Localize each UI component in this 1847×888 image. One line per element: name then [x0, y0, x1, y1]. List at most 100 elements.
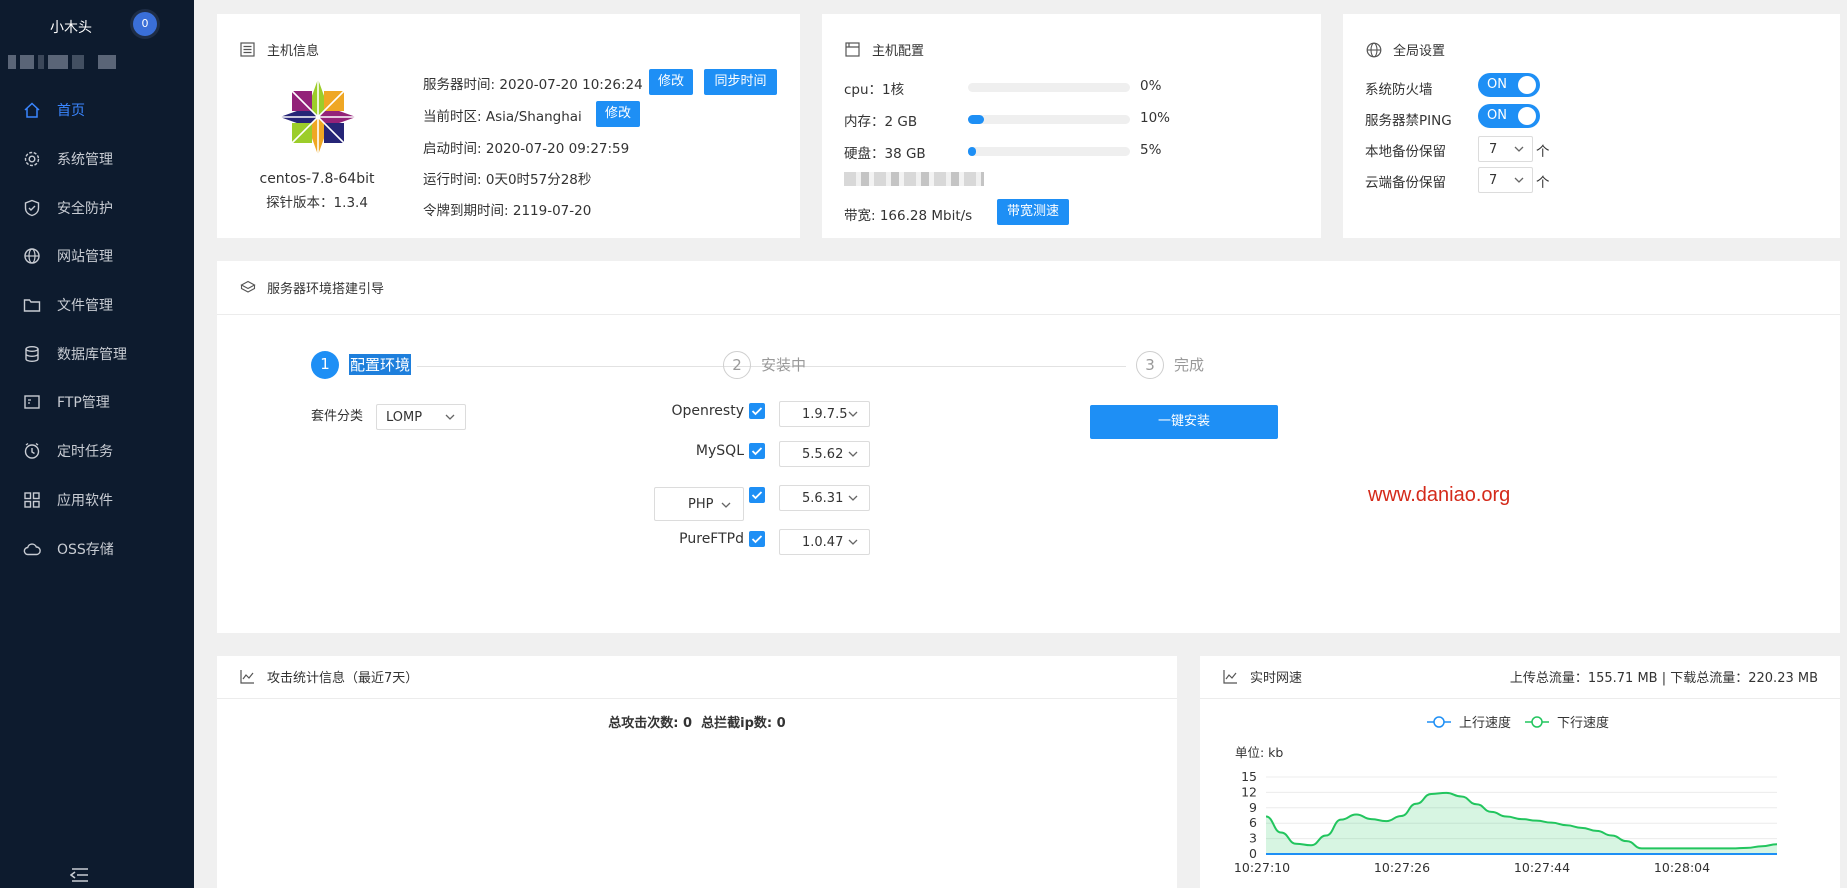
- ping-toggle[interactable]: ON: [1478, 104, 1540, 128]
- collapse-menu-icon[interactable]: [70, 868, 90, 882]
- resource-label: 硬盘：38 GB: [844, 146, 926, 162]
- cloud-backup-unit: 个: [1536, 175, 1550, 191]
- host-info-title: 主机信息: [267, 44, 320, 59]
- package-version-select[interactable]: 5.5.62: [779, 441, 870, 467]
- package-checkbox[interactable]: [749, 531, 765, 547]
- globe-icon: [22, 246, 42, 266]
- global-settings-card: 全局设置 系统防火墙 ON 服务器禁PING ON 本地备份保留 7 个 云端备…: [1343, 14, 1840, 238]
- sidebar-item-3[interactable]: 网站管理: [0, 232, 194, 281]
- sidebar-item-4[interactable]: 文件管理: [0, 281, 194, 330]
- legend-marker: [1433, 716, 1445, 728]
- step-1-circle: 1: [311, 351, 339, 379]
- chevron-down-icon: [848, 539, 858, 545]
- package-checkbox[interactable]: [749, 443, 765, 459]
- legend-label: 上行速度: [1459, 715, 1511, 731]
- resource-percent: 0%: [1140, 78, 1162, 94]
- step-2-circle: 2: [723, 351, 751, 379]
- step-3-label: 完成: [1174, 356, 1205, 374]
- chart-icon: [239, 668, 256, 685]
- setup-guide-title: 服务器环境搭建引导: [267, 282, 385, 297]
- host-config-card: 主机配置 cpu：1核 0% 内存：2 GB 10% 硬盘：38 GB 5% 带宽: 16…: [822, 14, 1321, 238]
- sidebar-item-label: FTP管理: [57, 395, 110, 412]
- folder-icon: [22, 295, 42, 315]
- local-backup-select[interactable]: 7: [1478, 136, 1533, 162]
- cloud-icon: [22, 539, 42, 559]
- list-icon: [239, 41, 256, 58]
- check-icon: [751, 407, 763, 416]
- notification-badge[interactable]: 0: [133, 12, 157, 36]
- sidebar-item-7[interactable]: 定时任务: [0, 427, 194, 476]
- user-info: 小木头 0: [0, 12, 194, 38]
- database-icon: [22, 344, 42, 364]
- x-tick-label: 10:27:26: [1374, 860, 1430, 875]
- resource-label: cpu：1核: [844, 82, 905, 98]
- cube-icon: [239, 279, 256, 296]
- y-tick-label: 3: [1249, 831, 1257, 846]
- sidebar-item-label: 首页: [57, 103, 85, 120]
- sidebar-item-9[interactable]: OSS存储: [0, 524, 194, 573]
- legend-label: 下行速度: [1557, 715, 1609, 731]
- sidebar-item-label: 应用软件: [57, 492, 113, 509]
- centos-logo-icon: [280, 79, 356, 155]
- username: 小木头: [50, 20, 92, 36]
- net-speed-chart: 上行速度 下行速度单位: kb 03691215 10:27:10 10:27:26 10…: [1234, 715, 1778, 875]
- sidebar-item-8[interactable]: 应用软件: [0, 476, 194, 525]
- host-config-title: 主机配置: [872, 44, 925, 59]
- sidebar-item-0[interactable]: 首页: [0, 86, 194, 135]
- package-checkbox[interactable]: [749, 487, 765, 503]
- step-1-label: 配置环境: [349, 354, 412, 375]
- package-name: Openresty: [671, 403, 744, 419]
- firewall-toggle[interactable]: ON: [1478, 73, 1540, 97]
- cloud-backup-select[interactable]: 7: [1478, 167, 1533, 193]
- package-version-select[interactable]: 5.6.31: [779, 485, 870, 511]
- x-tick-label: 10:27:44: [1514, 860, 1570, 875]
- setup-guide-card: 服务器环境搭建引导 1 配置环境 2 安装中 3 完成 套件分类 LOMP Op…: [217, 261, 1840, 633]
- sidebar-item-6[interactable]: FTP管理: [0, 378, 194, 427]
- sidebar-item-1[interactable]: 系统管理: [0, 135, 194, 184]
- check-icon: [751, 535, 763, 544]
- sidebar-item-label: 文件管理: [57, 298, 113, 315]
- attack-summary: 总攻击次数: 0 总拦截ip数: 0: [608, 716, 786, 731]
- sync-time-button[interactable]: 同步时间: [704, 69, 777, 95]
- y-axis-unit: 单位: kb: [1235, 745, 1283, 760]
- cloud-backup-label: 云端备份保留: [1365, 175, 1446, 191]
- boot-time-label: 启动时间:: [423, 141, 482, 157]
- ping-label: 服务器禁PING: [1365, 113, 1452, 129]
- resource-bar-fill: [968, 115, 985, 124]
- sidebar-item-label: 定时任务: [57, 444, 113, 461]
- resource-bar: [968, 115, 1130, 124]
- chevron-down-icon: [721, 502, 731, 508]
- package-name: PureFTPd: [679, 531, 744, 547]
- x-tick-label: 10:27:10: [1234, 860, 1290, 875]
- timezone-label: 当前时区:: [423, 109, 482, 125]
- php-type-select[interactable]: PHP: [654, 487, 744, 521]
- chevron-down-icon: [1514, 146, 1524, 152]
- package-version-select[interactable]: 1.9.7.5: [779, 401, 870, 427]
- gear-icon: [22, 149, 42, 169]
- uptime-label: 运行时间:: [423, 172, 482, 188]
- suite-select[interactable]: LOMP: [376, 404, 466, 430]
- chevron-down-icon: [848, 495, 858, 501]
- edit-timezone-button[interactable]: 修改: [596, 101, 640, 127]
- chevron-down-icon: [848, 411, 858, 417]
- sidebar-item-label: 系统管理: [57, 152, 113, 169]
- step-2-label: 安装中: [761, 356, 807, 374]
- one-click-install-button[interactable]: 一键安装: [1090, 405, 1278, 439]
- speedtest-button[interactable]: 带宽测速: [997, 199, 1069, 225]
- suite-label: 套件分类: [311, 409, 364, 424]
- y-tick-label: 9: [1249, 800, 1257, 815]
- resource-percent: 5%: [1140, 142, 1162, 158]
- edit-time-button[interactable]: 修改: [649, 69, 693, 95]
- sidebar-item-label: 数据库管理: [57, 346, 127, 363]
- sidebar-item-2[interactable]: 安全防护: [0, 183, 194, 232]
- probe-version: 探针版本：1.3.4: [266, 195, 368, 211]
- resource-bar-fill: [968, 147, 977, 156]
- net-speed-card: 实时网速 上传总流量：155.71 MB | 下载总流量：220.23 MB 上…: [1200, 656, 1840, 888]
- chevron-down-icon: [445, 414, 455, 420]
- package-checkbox[interactable]: [749, 403, 765, 419]
- traffic-totals: 上传总流量：155.71 MB | 下载总流量：220.23 MB: [1509, 671, 1818, 686]
- package-version-select[interactable]: 1.0.47: [779, 529, 870, 555]
- y-tick-label: 6: [1249, 815, 1257, 830]
- resource-percent: 10%: [1140, 110, 1171, 126]
- sidebar-item-5[interactable]: 数据库管理: [0, 329, 194, 378]
